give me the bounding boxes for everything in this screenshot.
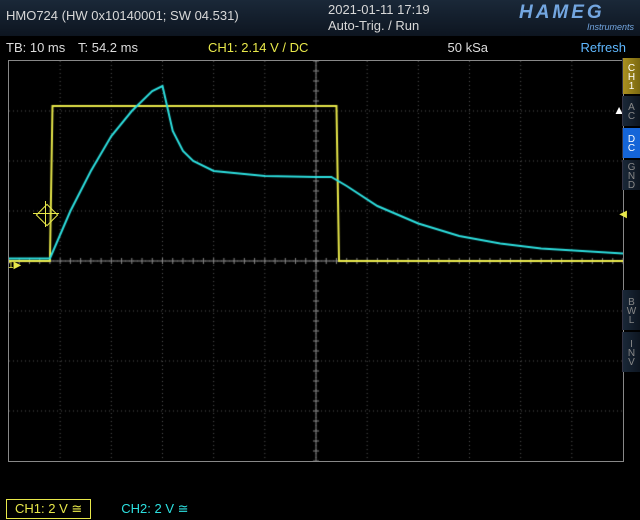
sample-rate-label: 50 kSa	[368, 40, 488, 55]
side-panel-bottom: BWL INV	[622, 290, 640, 374]
device-info: HMO724 (HW 0x10140001; SW 04.531)	[6, 2, 239, 23]
refresh-button[interactable]: Refresh	[488, 40, 634, 55]
side-panel-top: CH1 AC DC GND	[622, 58, 640, 192]
waveform-canvas	[9, 61, 623, 461]
channel-trigger-label: CH1: 2.14 V / DC	[208, 40, 368, 55]
inv-button[interactable]: INV	[622, 332, 640, 372]
trigger-mode: Auto-Trig. / Run	[328, 18, 430, 34]
ac-button[interactable]: AC	[622, 96, 640, 126]
logo: HAMEG Instruments	[519, 2, 634, 32]
trigger-cross-h	[33, 213, 59, 214]
bwl-button[interactable]: BWL	[622, 290, 640, 330]
oscilloscope-display[interactable]: 1▶ ◀ ▲	[8, 60, 624, 462]
datetime: 2021-01-11 17:19	[328, 2, 430, 18]
ch2-scale-label[interactable]: CH2: 2 V ≅	[121, 501, 188, 517]
trigger-cross-v	[45, 201, 46, 227]
dc-button[interactable]: DC	[622, 128, 640, 158]
ch1-scale-label[interactable]: CH1: 2 V ≅	[6, 499, 91, 519]
ch1-button[interactable]: CH1	[622, 58, 640, 94]
time-offset-label: T: 54.2 ms	[78, 40, 208, 55]
status-block: 2021-01-11 17:19 Auto-Trig. / Run	[328, 2, 430, 33]
timebase-label: TB: 10 ms	[6, 40, 78, 55]
logo-main: HAMEG	[519, 2, 634, 24]
gnd-button[interactable]: GND	[622, 160, 640, 190]
trigger-level-marker: ◀	[619, 209, 627, 220]
ch1-ground-marker: 1▶	[8, 260, 21, 271]
